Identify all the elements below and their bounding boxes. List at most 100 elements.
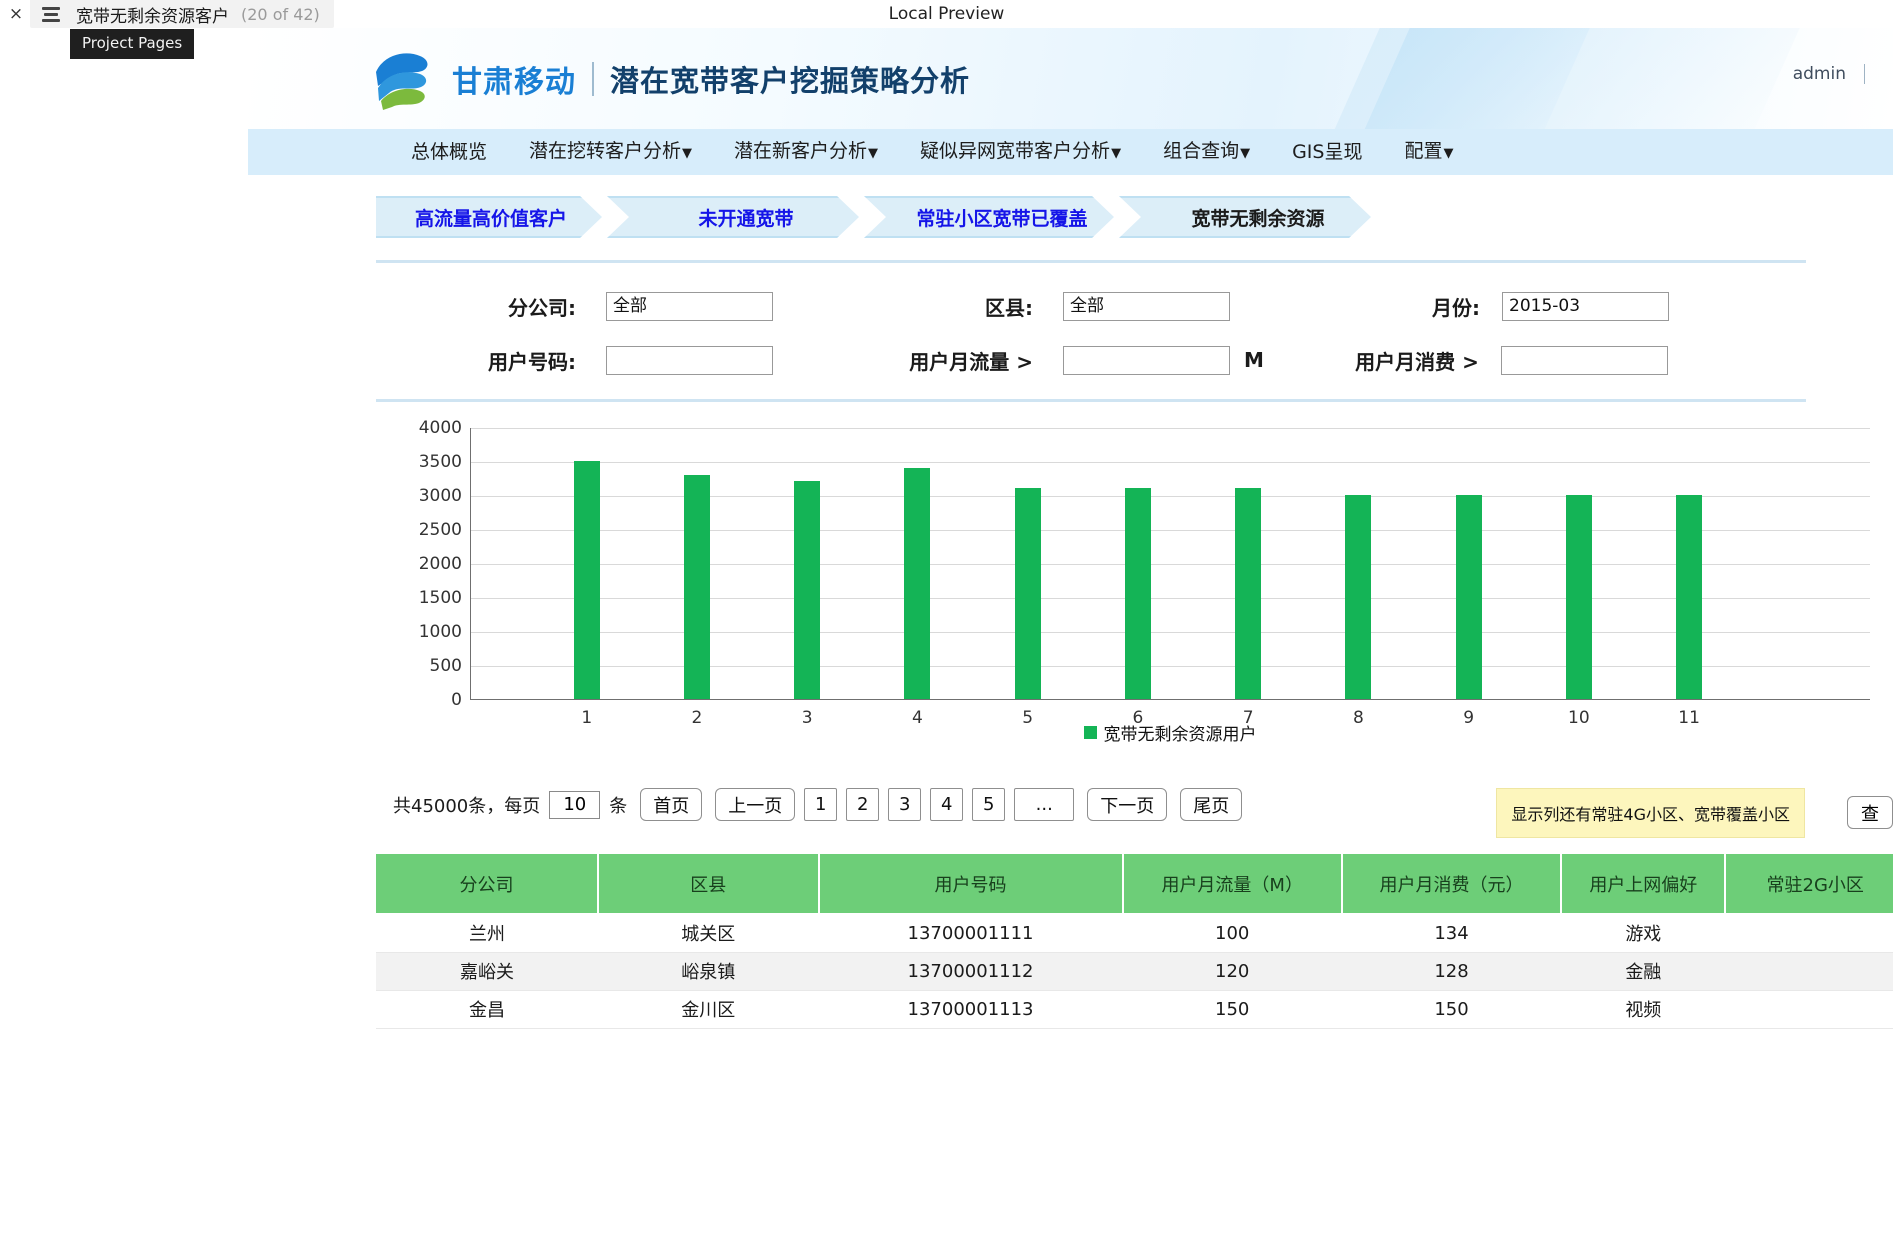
flow-input[interactable]	[1063, 345, 1230, 375]
table-cell: 兰州	[376, 914, 598, 953]
chart-bar	[1345, 495, 1372, 699]
y-axis-tick: 500	[429, 656, 462, 676]
page-number-button[interactable]: 3	[888, 788, 922, 821]
table-column-header: 用户月流量（M）	[1122, 854, 1343, 915]
nav-item-label: 潜在挖转客户分析	[529, 139, 682, 162]
chart-area: 0 500 1000 1500 2000 2500 3000 3500 4000 1 2 3 4 5 6 7 8…	[248, 418, 1893, 770]
chart-bar	[573, 461, 600, 699]
nav-item-6[interactable]: 配置▼	[1383, 128, 1474, 177]
chart-bar	[1565, 495, 1592, 699]
page-number-button[interactable]: 4	[930, 788, 964, 821]
table-header-row: 分公司 区县 用户号码 用户月流量（M） 用户月消费（元） 用户上网偏好 常驻2G小区	[376, 854, 1893, 915]
table-cell: 13700001111	[818, 914, 1123, 953]
chevron-down-icon: ▼	[682, 145, 693, 161]
table-row[interactable]: 金昌 金川区 13700001113 150 150 视频	[376, 990, 1893, 1029]
flow-unit-label: M	[1244, 348, 1264, 372]
query-button[interactable]: 查	[1847, 796, 1893, 829]
total-records-label: 共45000条，每页	[393, 795, 541, 817]
step-1[interactable]: 未开通宽带	[607, 196, 859, 238]
step-label: 高流量高价值客户	[414, 207, 567, 230]
chart-gridline	[471, 428, 1870, 429]
table-column-header: 用户号码	[818, 854, 1124, 915]
tab-counter: (20 of 42)	[241, 4, 320, 24]
nav-item-0[interactable]: 总体概览	[390, 129, 508, 175]
page-ellipsis-button[interactable]: ...	[1014, 788, 1075, 821]
nav-item-label: 总体概览	[411, 141, 488, 163]
page-number-button[interactable]: 1	[804, 788, 838, 821]
table-row[interactable]: 嘉峪关 峪泉镇 13700001112 120 128 金融	[376, 952, 1893, 991]
table-cell: 13700001112	[818, 952, 1123, 991]
page-size-input[interactable]	[549, 790, 601, 819]
table-cell: 134	[1341, 914, 1562, 953]
divider-bottom	[376, 399, 1806, 402]
spend-input[interactable]	[1500, 345, 1668, 375]
nav-item-label: 潜在新客户分析	[734, 139, 868, 162]
branch-select-wrap[interactable]: 全部	[606, 291, 773, 321]
nav-item-3[interactable]: 疑似异网宽带客户分析▼	[899, 128, 1142, 177]
chart-gridline	[471, 496, 1870, 497]
table-cell	[1725, 990, 1893, 1029]
chart-bar	[1455, 495, 1482, 699]
step-3[interactable]: 宽带无剩余资源	[1119, 196, 1371, 238]
table-cell: 150	[1341, 990, 1562, 1029]
county-select-wrap[interactable]: 全部	[1063, 291, 1230, 321]
table-cell: 150	[1122, 990, 1342, 1029]
table-column-header: 分公司	[376, 854, 599, 915]
table-cell: 100	[1122, 914, 1342, 953]
next-page-button[interactable]: 下一页	[1087, 788, 1168, 821]
china-mobile-logo-icon	[376, 53, 428, 110]
table-cell: 128	[1341, 952, 1562, 991]
y-axis-tick: 2500	[418, 520, 462, 540]
chart-bar	[1676, 495, 1703, 699]
close-icon[interactable]: ×	[4, 0, 28, 28]
step-label: 未开通宽带	[698, 207, 794, 230]
page-tab[interactable]: 宽带无剩余资源客户 (20 of 42)	[30, 0, 334, 28]
y-axis-tick: 3000	[418, 486, 462, 506]
nav-item-label: GIS呈现	[1292, 141, 1363, 163]
county-select[interactable]: 全部	[1063, 291, 1230, 321]
table-row[interactable]: 兰州 城关区 13700001111 100 134 游戏	[376, 914, 1893, 953]
table-cell: 13700001113	[818, 990, 1123, 1029]
divider-top	[376, 260, 1806, 263]
page-number-button[interactable]: 2	[846, 788, 880, 821]
prev-page-button[interactable]: 上一页	[715, 788, 796, 821]
brand-divider	[592, 62, 594, 96]
table-column-header: 常驻2G小区	[1725, 854, 1893, 915]
spend-label: 用户月消费 >	[1355, 349, 1479, 374]
table-cell: 金融	[1561, 952, 1726, 991]
chart-bar	[1014, 488, 1041, 699]
month-input[interactable]	[1502, 291, 1669, 321]
chart-gridline	[471, 530, 1870, 531]
y-axis-tick: 3500	[418, 452, 462, 472]
app-page: 甘肃移动 潜在宽带客户挖掘策略分析 admin 总体概览 潜在挖转客户分析▼ 潜在新…	[248, 28, 1893, 1245]
step-0[interactable]: 高流量高价值客户	[376, 196, 602, 238]
table-cell	[1725, 914, 1893, 953]
first-page-button[interactable]: 首页	[640, 788, 703, 821]
y-axis-tick: 4000	[418, 418, 462, 438]
page-number-list: 12345	[795, 788, 1006, 821]
step-label: 宽带无剩余资源	[1191, 207, 1325, 230]
nav-item-4[interactable]: 组合查询▼	[1142, 128, 1271, 177]
page-number-button[interactable]: 5	[972, 788, 1006, 821]
pagination-area: 共45000条，每页 条 首页 上一页 12345 ... 下一页 尾页 显示列…	[248, 788, 1893, 846]
chart-gridline	[471, 632, 1870, 633]
last-page-button[interactable]: 尾页	[1180, 788, 1243, 821]
table-cell: 金川区	[597, 990, 819, 1029]
branch-select[interactable]: 全部	[606, 291, 773, 321]
nav-item-1[interactable]: 潜在挖转客户分析▼	[508, 128, 713, 177]
chart-bar	[904, 467, 931, 699]
chart-gridline	[471, 564, 1870, 565]
table-column-header: 用户月消费（元）	[1341, 854, 1563, 915]
nav-item-label: 疑似异网宽带客户分析	[920, 139, 1111, 162]
table-cell: 嘉峪关	[376, 952, 598, 991]
menu-icon[interactable]	[38, 0, 64, 28]
step-2[interactable]: 常驻小区宽带已覆盖	[864, 196, 1114, 238]
nav-item-5[interactable]: GIS呈现	[1271, 129, 1383, 175]
table-body: 兰州 城关区 13700001111 100 134 游戏 嘉峪关 峪泉镇 1370000111…	[376, 914, 1893, 1029]
table-column-header: 区县	[597, 854, 820, 915]
app-header: 甘肃移动 潜在宽带客户挖掘策略分析 admin	[248, 28, 1893, 129]
nav-item-label: 组合查询	[1163, 139, 1240, 162]
phone-input[interactable]	[606, 345, 773, 375]
flow-label: 用户月流量 >	[909, 349, 1033, 374]
nav-item-2[interactable]: 潜在新客户分析▼	[713, 128, 899, 177]
